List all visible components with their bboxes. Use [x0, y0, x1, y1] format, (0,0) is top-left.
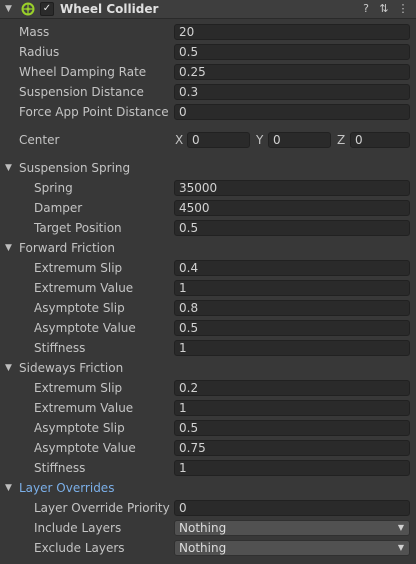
section-sideways-friction[interactable]: ▼ Sideways Friction — [0, 358, 416, 378]
suspension-distance-field[interactable]: 0.3 — [174, 84, 410, 100]
include-layers-value: Nothing — [179, 521, 227, 535]
exclude-layers-dropdown[interactable]: Nothing ▼ — [174, 540, 410, 556]
forward-stiffness-field[interactable]: 1 — [174, 340, 410, 356]
sideways-extremum-slip-field[interactable]: 0.2 — [174, 380, 410, 396]
forward-extremum-value-field[interactable]: 1 — [174, 280, 410, 296]
center-y-field[interactable]: 0 — [268, 132, 331, 148]
property-row-exclude-layers: Exclude Layers Nothing ▼ — [0, 538, 416, 558]
property-row-suspension-distance: Suspension Distance 0.3 — [0, 82, 416, 102]
property-row-forward-asymptote-value: Asymptote Value 0.5 — [0, 318, 416, 338]
sideways-asymptote-slip-label: Asymptote Slip — [34, 421, 125, 435]
property-row-radius: Radius 0.5 — [0, 42, 416, 62]
forward-extremum-value-label: Extremum Value — [34, 281, 134, 295]
sideways-extremum-value-field[interactable]: 1 — [174, 400, 410, 416]
forward-extremum-slip-field[interactable]: 0.4 — [174, 260, 410, 276]
property-row-layer-override-priority: Layer Override Priority 0 — [0, 498, 416, 518]
expand-arrow-icon[interactable]: ▼ — [5, 158, 12, 178]
property-row-forward-extremum-value: Extremum Value 1 — [0, 278, 416, 298]
expand-arrow-icon[interactable]: ▼ — [5, 358, 12, 378]
sideways-asymptote-slip-field[interactable]: 0.5 — [174, 420, 410, 436]
property-row-force-app-point-distance: Force App Point Distance 0 — [0, 102, 416, 122]
property-row-forward-stiffness: Stiffness 1 — [0, 338, 416, 358]
sideways-friction-title[interactable]: Sideways Friction — [19, 358, 123, 378]
property-row-sideways-extremum-value: Extremum Value 1 — [0, 398, 416, 418]
force-app-point-distance-field[interactable]: 0 — [174, 104, 410, 120]
layer-override-priority-label: Layer Override Priority — [34, 501, 170, 515]
help-icon[interactable]: ? — [359, 1, 373, 17]
center-x-label[interactable]: X — [175, 130, 183, 150]
forward-asymptote-value-field[interactable]: 0.5 — [174, 320, 410, 336]
property-row-damper: Damper 4500 — [0, 198, 416, 218]
include-layers-dropdown[interactable]: Nothing ▼ — [174, 520, 410, 536]
section-suspension-spring[interactable]: ▼ Suspension Spring — [0, 158, 416, 178]
sideways-asymptote-value-label: Asymptote Value — [34, 441, 136, 455]
radius-field[interactable]: 0.5 — [174, 44, 410, 60]
sideways-stiffness-field[interactable]: 1 — [174, 460, 410, 476]
center-y-label[interactable]: Y — [256, 130, 263, 150]
layer-override-priority-field[interactable]: 0 — [174, 500, 410, 516]
spring-label: Spring — [34, 181, 73, 195]
dropdown-caret-icon: ▼ — [397, 543, 404, 552]
collapse-arrow-icon[interactable]: ▼ — [5, 1, 15, 17]
property-row-sideways-extremum-slip: Extremum Slip 0.2 — [0, 378, 416, 398]
spring-field[interactable]: 35000 — [174, 180, 410, 196]
damper-field[interactable]: 4500 — [174, 200, 410, 216]
component-title: Wheel Collider — [60, 2, 159, 16]
suspension-spring-title[interactable]: Suspension Spring — [19, 158, 130, 178]
property-row-spring: Spring 35000 — [0, 178, 416, 198]
component-header[interactable]: ▼ ✓ Wheel Collider ? ⇅ ⋮ — [0, 0, 416, 19]
wheel-damping-rate-field[interactable]: 0.25 — [174, 64, 410, 80]
property-row-sideways-asymptote-value: Asymptote Value 0.75 — [0, 438, 416, 458]
forward-asymptote-slip-label: Asymptote Slip — [34, 301, 125, 315]
enabled-checkbox[interactable]: ✓ — [40, 2, 54, 16]
layer-overrides-title[interactable]: Layer Overrides — [19, 478, 114, 498]
sideways-extremum-value-label: Extremum Value — [34, 401, 134, 415]
section-layer-overrides[interactable]: ▼ Layer Overrides — [0, 478, 416, 498]
target-position-label: Target Position — [34, 221, 122, 235]
property-row-mass: Mass 20 — [0, 22, 416, 42]
property-row-target-position: Target Position 0.5 — [0, 218, 416, 238]
forward-stiffness-label: Stiffness — [34, 341, 86, 355]
property-row-forward-extremum-slip: Extremum Slip 0.4 — [0, 258, 416, 278]
forward-extremum-slip-label: Extremum Slip — [34, 261, 123, 275]
center-z-field[interactable]: 0 — [350, 132, 410, 148]
center-x-field[interactable]: 0 — [187, 132, 250, 148]
property-row-sideways-stiffness: Stiffness 1 — [0, 458, 416, 478]
suspension-distance-label: Suspension Distance — [19, 85, 144, 99]
force-app-point-distance-label: Force App Point Distance — [19, 105, 169, 119]
dropdown-caret-icon: ▼ — [397, 523, 404, 532]
include-layers-label: Include Layers — [34, 521, 122, 535]
presets-icon[interactable]: ⇅ — [377, 1, 391, 17]
center-z-label[interactable]: Z — [337, 130, 345, 150]
expand-arrow-icon[interactable]: ▼ — [5, 478, 12, 498]
property-row-wheel-damping-rate: Wheel Damping Rate 0.25 — [0, 62, 416, 82]
sideways-extremum-slip-label: Extremum Slip — [34, 381, 123, 395]
mass-label: Mass — [19, 25, 50, 39]
forward-asymptote-slip-field[interactable]: 0.8 — [174, 300, 410, 316]
exclude-layers-label: Exclude Layers — [34, 541, 125, 555]
wheel-collider-icon — [21, 2, 35, 16]
property-row-center: Center X 0 Y 0 Z 0 — [0, 130, 416, 150]
target-position-field[interactable]: 0.5 — [174, 220, 410, 236]
center-label: Center — [19, 133, 60, 147]
sideways-stiffness-label: Stiffness — [34, 461, 86, 475]
damper-label: Damper — [34, 201, 83, 215]
forward-friction-title[interactable]: Forward Friction — [19, 238, 115, 258]
context-menu-icon[interactable]: ⋮ — [396, 1, 410, 17]
section-forward-friction[interactable]: ▼ Forward Friction — [0, 238, 416, 258]
forward-asymptote-value-label: Asymptote Value — [34, 321, 136, 335]
sideways-asymptote-value-field[interactable]: 0.75 — [174, 440, 410, 456]
expand-arrow-icon[interactable]: ▼ — [5, 238, 12, 258]
property-row-sideways-asymptote-slip: Asymptote Slip 0.5 — [0, 418, 416, 438]
wheel-damping-rate-label: Wheel Damping Rate — [19, 65, 147, 79]
exclude-layers-value: Nothing — [179, 541, 227, 555]
property-row-include-layers: Include Layers Nothing ▼ — [0, 518, 416, 538]
radius-label: Radius — [19, 45, 60, 59]
property-row-forward-asymptote-slip: Asymptote Slip 0.8 — [0, 298, 416, 318]
mass-field[interactable]: 20 — [174, 24, 410, 40]
